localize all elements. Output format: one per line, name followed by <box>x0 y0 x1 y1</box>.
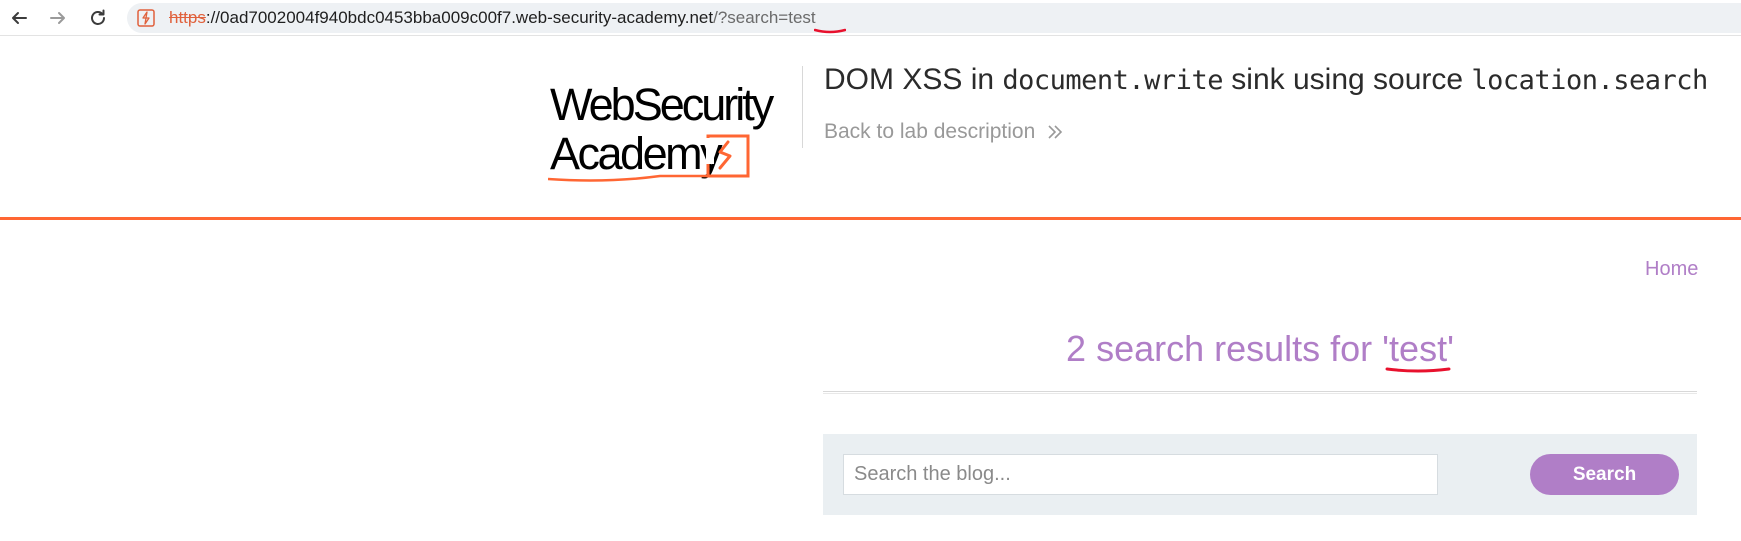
back-link-label: Back to lab description <box>824 120 1036 143</box>
site-lightning-icon <box>137 9 155 27</box>
lab-title-middle: sink using source <box>1222 63 1472 96</box>
url-path: /?search=test <box>713 8 816 27</box>
logo-line1: WebSecurity <box>550 79 775 130</box>
forward-button[interactable] <box>45 5 71 31</box>
search-results-heading: 2 search results for 'test' <box>823 328 1697 370</box>
lab-title: DOM XSS in document.write sink using sou… <box>824 60 1708 101</box>
results-heading-suffix: ' <box>1447 328 1454 369</box>
back-to-lab-description-link[interactable]: Back to lab description <box>824 120 1065 144</box>
lab-title-prefix: DOM XSS in <box>824 63 1003 96</box>
blog-search-panel: Search <box>823 434 1697 515</box>
url-annotation-underline <box>814 28 846 34</box>
lab-header: WebSecurity Academy DOM XSS in document.… <box>0 36 1741 220</box>
blog-search-input[interactable] <box>843 454 1438 495</box>
browser-toolbar: https://0ad7002004f940bdc0453bba009c00f7… <box>0 0 1741 36</box>
lab-title-code-source: location.search <box>1471 65 1708 96</box>
reload-button[interactable] <box>85 5 111 31</box>
reload-icon <box>91 9 105 25</box>
forward-arrow-icon <box>50 12 65 24</box>
results-divider <box>823 391 1697 394</box>
search-term: test <box>1389 328 1448 369</box>
logo-line2: Academy <box>550 128 723 179</box>
url-text[interactable]: https://0ad7002004f940bdc0453bba009c00f7… <box>169 8 816 28</box>
web-security-academy-logo[interactable]: WebSecurity Academy <box>548 64 803 194</box>
results-heading-prefix: 2 search results for ' <box>1066 328 1390 369</box>
url-scheme: https <box>169 8 206 27</box>
url-host: ://0ad7002004f940bdc0453bba009c00f7.web-… <box>205 8 714 27</box>
term-annotation-underline <box>1385 367 1451 373</box>
lab-title-code-sink: document.write <box>1002 65 1223 96</box>
back-button[interactable] <box>6 5 32 31</box>
double-chevron-right-icon <box>1048 125 1063 139</box>
header-divider <box>802 66 803 148</box>
search-button[interactable]: Search <box>1530 454 1679 495</box>
home-link[interactable]: Home <box>1645 258 1698 281</box>
back-arrow-icon <box>12 12 27 24</box>
address-bar[interactable]: https://0ad7002004f940bdc0453bba009c00f7… <box>127 3 1741 33</box>
